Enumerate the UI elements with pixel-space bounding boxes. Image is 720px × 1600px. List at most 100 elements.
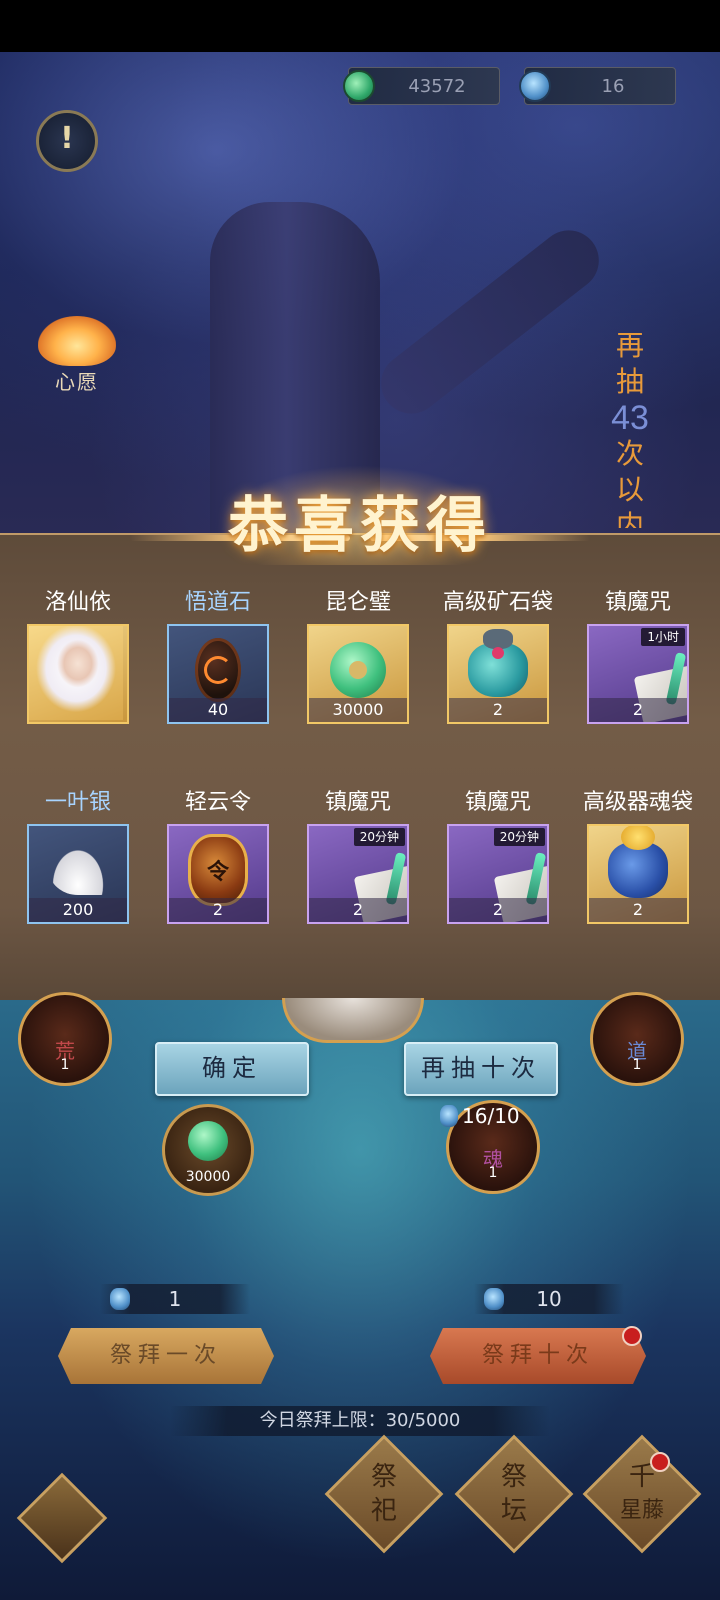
reward-quantity: 40 xyxy=(169,698,267,722)
nav-label-line: 祭 xyxy=(370,1462,397,1492)
reward-frame xyxy=(27,624,129,724)
reward-item[interactable]: 昆仑璧 30000 xyxy=(298,588,418,724)
reward-item[interactable]: 镇魔咒 20分钟 2 xyxy=(298,788,418,924)
jade-coin-slot[interactable]: 30000 xyxy=(162,1104,254,1196)
pray-once-button[interactable]: 祭拜一次 xyxy=(58,1328,274,1384)
reward-name: 轻云令 xyxy=(184,790,251,815)
reward-item[interactable]: 悟道石 40 xyxy=(158,588,278,724)
nav-altar[interactable]: 祭 坛 xyxy=(472,1460,556,1528)
orb-huang[interactable]: 荒 1 xyxy=(18,992,112,1086)
orb-count: 1 xyxy=(60,1057,70,1073)
status-bar xyxy=(0,0,720,52)
currency-bottle-value: 16 xyxy=(601,75,625,97)
nav-label-line: 祭 xyxy=(500,1462,527,1492)
nav-star-vine[interactable]: 千 星藤 xyxy=(600,1460,684,1528)
daily-limit: 今日祭拜上限：30/5000 xyxy=(170,1406,550,1436)
reward-banner: 恭喜获得 xyxy=(0,455,720,565)
reward-frame: 1小时 2 xyxy=(587,624,689,724)
cost-ten-value: 10 xyxy=(536,1287,562,1311)
reward-item[interactable]: 镇魔咒 20分钟 2 xyxy=(438,788,558,924)
reward-name: 镇魔咒 xyxy=(604,590,671,615)
reward-item[interactable]: 洛仙依 xyxy=(18,588,138,724)
reward-frame: 20分钟 2 xyxy=(447,824,549,924)
cost-once-value: 1 xyxy=(168,1287,182,1311)
cloud-token-icon: 令 xyxy=(188,834,248,907)
cost-ten: 10 xyxy=(474,1284,624,1314)
pity-progress: 16/10 xyxy=(440,1104,520,1128)
reward-frame: 200 xyxy=(27,824,129,924)
reward-frame: 40 xyxy=(167,624,269,724)
reward-quantity: 2 xyxy=(309,898,407,922)
reward-name: 镇魔咒 xyxy=(464,790,531,815)
duration-tag: 20分钟 xyxy=(353,828,405,846)
orb-dao[interactable]: 道 1 xyxy=(590,992,684,1086)
reward-frame: 2 xyxy=(447,624,549,724)
altar-center-portrait xyxy=(282,998,424,1043)
currency-jade-value: 43572 xyxy=(408,75,466,97)
reward-frame: 20分钟 2 xyxy=(307,824,409,924)
pity-char: 再 xyxy=(615,329,644,362)
pity-char: 抽 xyxy=(615,365,644,398)
reward-name: 一叶银 xyxy=(44,790,111,815)
reward-name: 高级器魂袋 xyxy=(582,790,693,815)
orb-count: 1 xyxy=(632,1057,642,1073)
wish-label: 心愿 xyxy=(55,370,99,394)
nav-label-line: 坛 xyxy=(500,1496,527,1526)
currency-bottle[interactable]: 16 xyxy=(519,67,676,105)
reward-item[interactable]: 高级矿石袋 2 xyxy=(438,588,558,724)
spirit-bottle-icon xyxy=(519,70,551,102)
reward-item[interactable]: 轻云令 令 2 xyxy=(158,788,278,924)
nav-label-line: 千 xyxy=(628,1462,655,1492)
reward-quantity: 200 xyxy=(29,898,127,922)
reward-item[interactable]: 镇魔咒 1小时 2 xyxy=(578,588,698,724)
reward-name: 镇魔咒 xyxy=(324,790,391,815)
jade-coin-count: 30000 xyxy=(185,1169,231,1185)
spirit-bottle-icon xyxy=(110,1288,130,1310)
dao-stone-icon xyxy=(195,638,241,703)
reward-frame: 令 2 xyxy=(167,824,269,924)
reward-name: 高级矿石袋 xyxy=(442,590,553,615)
ginkgo-leaf-icon xyxy=(49,845,107,896)
cost-once: 1 xyxy=(100,1284,250,1314)
reward-name: 昆仑璧 xyxy=(324,590,391,615)
nav-sacrifice[interactable]: 祭 祀 xyxy=(342,1460,426,1528)
reward-frame: 30000 xyxy=(307,624,409,724)
wish-button[interactable]: 心愿 xyxy=(32,316,122,400)
reward-name: 洛仙依 xyxy=(44,590,111,615)
reward-name: 悟道石 xyxy=(184,590,251,615)
soul-bag-icon xyxy=(608,826,668,899)
draw-ten-again-button[interactable]: 再抽十次 xyxy=(404,1042,558,1096)
currency-jade[interactable]: 43572 xyxy=(343,67,500,105)
spirit-bottle-icon xyxy=(484,1288,504,1310)
reward-title: 恭喜获得 xyxy=(228,491,492,561)
confirm-button[interactable]: 确定 xyxy=(155,1042,309,1096)
pity-progress-value: 16/10 xyxy=(462,1104,520,1128)
nav-label-line: 祀 xyxy=(370,1496,397,1526)
reward-quantity: 30000 xyxy=(309,698,407,722)
character-portrait xyxy=(29,626,123,720)
jade-coin-icon xyxy=(343,70,375,102)
spirit-bottle-icon xyxy=(440,1105,458,1127)
reward-quantity: 2 xyxy=(589,698,687,722)
info-button[interactable]: ! xyxy=(36,110,98,172)
info-icon: ! xyxy=(60,121,74,156)
jade-disc-icon xyxy=(330,642,386,699)
orb-count: 1 xyxy=(488,1165,498,1181)
reward-item[interactable]: 高级器魂袋 2 xyxy=(578,788,698,924)
nav-label-line: 星藤 xyxy=(619,1498,664,1523)
reward-quantity: 2 xyxy=(449,898,547,922)
tree-branch xyxy=(369,218,611,426)
duration-tag: 1小时 xyxy=(641,628,685,646)
reward-item[interactable]: 一叶银 200 xyxy=(18,788,138,924)
reward-quantity: 2 xyxy=(449,698,547,722)
reward-quantity: 2 xyxy=(589,898,687,922)
reward-quantity: 2 xyxy=(169,898,267,922)
jade-coin-icon xyxy=(188,1121,228,1162)
lotus-icon xyxy=(38,316,116,366)
notification-dot xyxy=(650,1452,670,1472)
reward-frame: 2 xyxy=(587,824,689,924)
pray-ten-button[interactable]: 祭拜十次 xyxy=(430,1328,646,1384)
duration-tag: 20分钟 xyxy=(493,828,545,846)
ore-bag-icon xyxy=(468,629,528,698)
pity-count: 43 xyxy=(611,399,649,437)
